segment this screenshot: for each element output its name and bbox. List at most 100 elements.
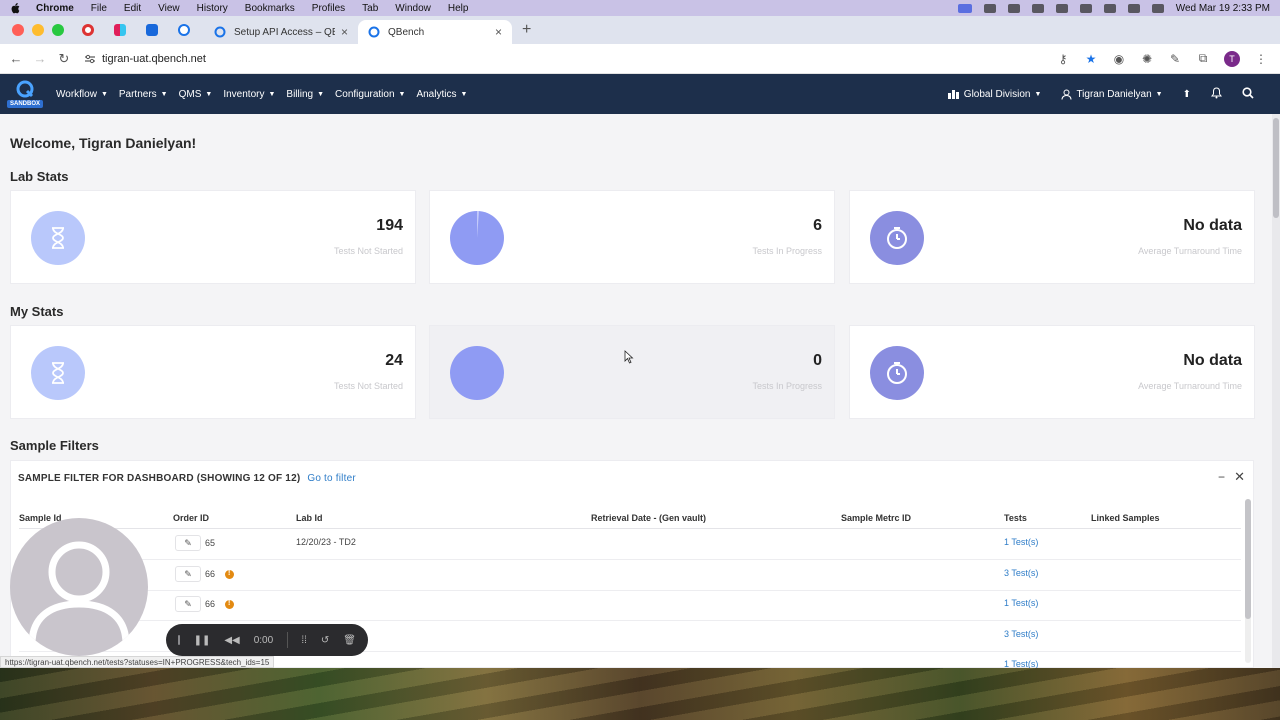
nav-analytics[interactable]: Analytics ▼	[416, 89, 467, 100]
nav-label: Partners	[118, 88, 157, 100]
nav-qms[interactable]: QMS ▼	[179, 89, 213, 100]
order-id-cell[interactable]: ✎ 66	[175, 566, 235, 582]
extension-recorder-icon[interactable]: ✺	[1140, 52, 1154, 66]
menu-history[interactable]: History	[197, 3, 228, 14]
forward-arrow-icon[interactable]: →	[28, 51, 52, 66]
lab-stat-card-turnaround[interactable]: No data Average Turnaround Time	[849, 190, 1255, 284]
order-id-cell[interactable]: ✎ 65	[175, 535, 215, 551]
scrollbar-thumb[interactable]	[1245, 499, 1251, 619]
nav-billing[interactable]: Billing ▼	[286, 89, 324, 100]
col-sample-metrc-id[interactable]: Sample Metrc ID	[841, 513, 911, 523]
stop-recording-icon[interactable]	[178, 635, 180, 645]
edit-order-icon[interactable]: ✎	[175, 566, 201, 582]
tab-qbench[interactable]: QBench ×	[358, 20, 512, 44]
close-tab-icon[interactable]: ×	[341, 25, 348, 39]
screen-mirror-icon[interactable]	[957, 3, 972, 13]
scrollbar-thumb[interactable]	[1273, 118, 1279, 218]
pinned-tab-confluence-icon[interactable]	[146, 24, 158, 36]
restart-icon[interactable]: ↺	[321, 635, 329, 646]
page-scrollbar[interactable]	[1272, 114, 1280, 668]
wifi-icon[interactable]	[1079, 3, 1092, 13]
trash-icon[interactable]: 🗑	[343, 635, 356, 646]
nav-workflow[interactable]: Workflow ▼	[56, 89, 108, 100]
menu-window[interactable]: Window	[395, 3, 431, 14]
tests-link[interactable]: 1 Test(s)	[1004, 659, 1038, 668]
tab-setup-api-access[interactable]: Setup API Access – QBench ×	[204, 20, 358, 44]
menu-app-name[interactable]: Chrome	[36, 3, 74, 14]
reload-icon[interactable]: ↻	[52, 51, 76, 67]
extension-icon[interactable]: ◉	[1112, 52, 1126, 66]
menu-profiles[interactable]: Profiles	[312, 3, 345, 14]
back-arrow-icon[interactable]: ←	[4, 51, 28, 66]
menu-view[interactable]: View	[158, 3, 180, 14]
password-key-icon[interactable]: ⚷	[1056, 52, 1070, 66]
rewind-icon[interactable]: ◀◀	[224, 635, 239, 646]
profile-avatar[interactable]: T	[1224, 50, 1240, 67]
grid-drag-icon[interactable]: ⁞⁞	[301, 635, 307, 646]
pinned-tab-slack-icon[interactable]	[114, 24, 126, 36]
airplay-icon[interactable]	[1007, 3, 1020, 13]
lab-stat-card-not-started[interactable]: 194 Tests Not Started	[10, 190, 416, 284]
nav-inventory[interactable]: Inventory ▼	[223, 89, 275, 100]
menubar-clock[interactable]: Wed Mar 19 2:33 PM	[1176, 3, 1270, 14]
menu-file[interactable]: File	[91, 3, 107, 14]
menu-help[interactable]: Help	[448, 3, 469, 14]
qbench-logo[interactable]: SANDBOX	[7, 74, 44, 114]
menu-tab[interactable]: Tab	[362, 3, 378, 14]
warning-icon[interactable]	[225, 569, 235, 579]
browser-menu-icon[interactable]: ⋮	[1254, 52, 1268, 66]
lab-stat-card-in-progress[interactable]: 6 Tests In Progress	[429, 190, 835, 284]
nav-configuration[interactable]: Configuration ▼	[335, 89, 405, 100]
address-bar[interactable]: tigran-uat.qbench.net	[84, 53, 206, 65]
webcam-overlay[interactable]	[10, 518, 148, 656]
nav-partners[interactable]: Partners ▼	[119, 89, 168, 100]
upload-icon[interactable]: ⬆	[1183, 89, 1191, 100]
bell-icon[interactable]	[1211, 86, 1222, 102]
edit-order-icon[interactable]: ✎	[175, 596, 201, 612]
tests-link[interactable]: 3 Test(s)	[1004, 629, 1038, 639]
zoom-status-icon[interactable]	[983, 3, 996, 13]
site-settings-icon[interactable]	[84, 54, 96, 64]
new-tab-icon[interactable]: +	[522, 21, 531, 39]
minimize-icon[interactable]: −	[1218, 470, 1225, 484]
col-retrieval-date[interactable]: Retrieval Date - (Gen vault)	[591, 513, 706, 523]
search-icon[interactable]	[1242, 86, 1254, 102]
user-menu[interactable]: Tigran Danielyan ▼	[1061, 89, 1163, 100]
apple-icon[interactable]	[10, 2, 20, 14]
edit-order-icon[interactable]: ✎	[175, 535, 201, 551]
tests-link[interactable]: 3 Test(s)	[1004, 568, 1038, 578]
close-tab-icon[interactable]: ×	[495, 25, 502, 39]
col-order-id[interactable]: Order ID	[173, 513, 209, 523]
col-linked-samples[interactable]: Linked Samples	[1091, 513, 1160, 523]
menu-bookmarks[interactable]: Bookmarks	[245, 3, 295, 14]
vpn-icon[interactable]	[1031, 3, 1044, 13]
battery-icon[interactable]	[1055, 3, 1068, 13]
pen-extension-icon[interactable]: ✎	[1168, 52, 1182, 66]
close-window-button[interactable]	[12, 24, 24, 36]
pause-icon[interactable]: ❚❚	[194, 635, 211, 646]
my-stat-card-turnaround[interactable]: No data Average Turnaround Time	[849, 325, 1255, 419]
close-icon[interactable]: ✕	[1234, 469, 1245, 485]
spotlight-icon[interactable]	[1103, 3, 1116, 13]
order-id-cell[interactable]: ✎ 66	[175, 596, 235, 612]
control-center-icon[interactable]	[1127, 3, 1140, 13]
url-text[interactable]: tigran-uat.qbench.net	[102, 53, 206, 65]
minimize-window-button[interactable]	[32, 24, 44, 36]
pinned-tab-qbench-icon[interactable]	[178, 24, 190, 36]
my-stat-card-not-started[interactable]: 24 Tests Not Started	[10, 325, 416, 419]
table-scrollbar[interactable]	[1245, 499, 1251, 663]
go-to-filter-link[interactable]: Go to filter	[307, 473, 356, 484]
menu-edit[interactable]: Edit	[124, 3, 141, 14]
zoom-window-button[interactable]	[52, 24, 64, 36]
col-lab-id[interactable]: Lab Id	[296, 513, 323, 523]
my-stat-card-in-progress[interactable]: 0 Tests In Progress	[429, 325, 835, 419]
warning-icon[interactable]	[225, 599, 235, 609]
extensions-puzzle-icon[interactable]: ⧉	[1196, 51, 1210, 66]
division-selector[interactable]: Global Division ▼	[947, 89, 1041, 100]
pinned-tab-record-icon[interactable]	[82, 24, 94, 36]
siri-icon[interactable]	[1151, 3, 1164, 13]
bookmark-star-icon[interactable]: ★	[1084, 52, 1098, 66]
tests-link[interactable]: 1 Test(s)	[1004, 598, 1038, 608]
tests-link[interactable]: 1 Test(s)	[1004, 537, 1038, 547]
col-tests[interactable]: Tests	[1004, 513, 1027, 523]
